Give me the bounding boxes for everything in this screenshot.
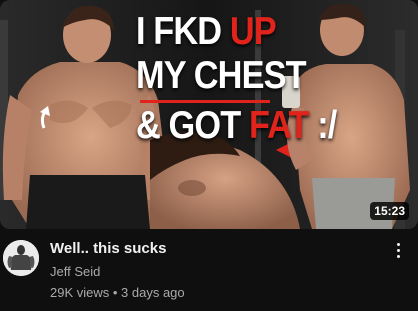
video-stats: 29K views • 3 days ago [50, 283, 370, 303]
avatar-icon [3, 240, 39, 276]
video-card[interactable]: I FKD UP MY CHEST & GOT FAT :/ 15:23 Wel… [0, 0, 418, 311]
vertical-ellipsis-icon-dot [396, 248, 400, 252]
vertical-ellipsis-icon-dot [396, 254, 400, 258]
video-title[interactable]: Well.. this sucks [50, 239, 370, 259]
channel-avatar[interactable] [3, 240, 39, 276]
video-meta: Well.. this sucks Jeff Seid 29K views • … [50, 239, 370, 303]
upload-age: 3 days ago [121, 285, 185, 300]
video-thumbnail[interactable]: I FKD UP MY CHEST & GOT FAT :/ 15:23 [0, 0, 418, 229]
thumbnail-image [0, 0, 418, 229]
more-options-button[interactable] [390, 239, 406, 261]
stats-separator: • [109, 285, 122, 300]
channel-name[interactable]: Jeff Seid [50, 262, 370, 282]
view-count: 29K views [50, 285, 110, 300]
duration-badge: 15:23 [370, 202, 409, 220]
vertical-ellipsis-icon [396, 242, 400, 246]
